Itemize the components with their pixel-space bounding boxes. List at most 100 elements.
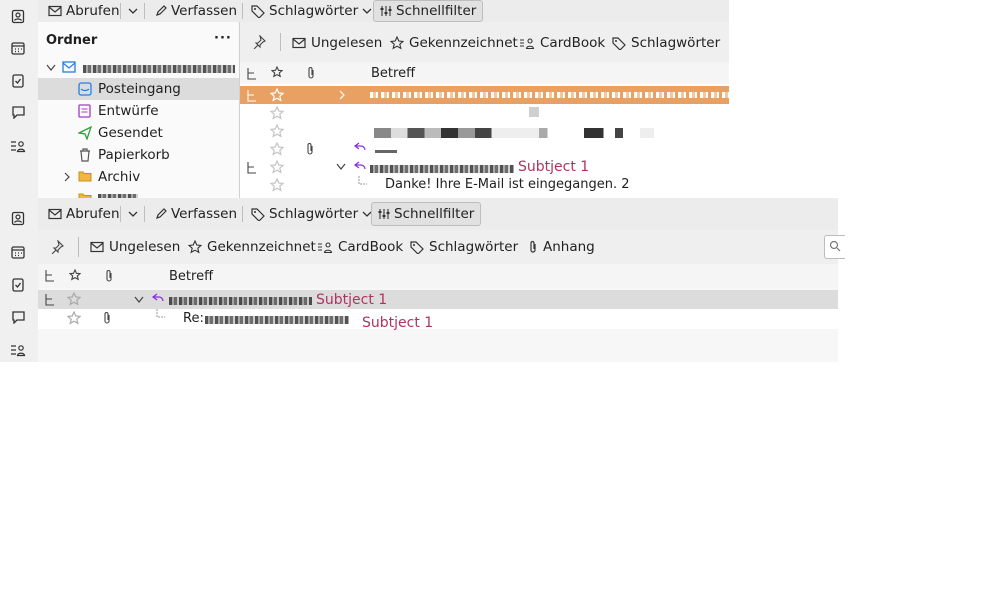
- sender-redacted: [370, 165, 514, 173]
- attachment-icon: [528, 240, 538, 254]
- star-icon: [188, 240, 202, 254]
- chat-icon[interactable]: [6, 305, 30, 329]
- tag-icon: [410, 240, 424, 254]
- filter-sliders-icon: [380, 5, 392, 17]
- chevron-down-icon[interactable]: [134, 296, 144, 304]
- filter-starred[interactable]: Gekennzeichnet: [390, 35, 518, 51]
- folder-pane-menu-button[interactable]: ···: [214, 31, 232, 46]
- attachment-column-icon[interactable]: [104, 269, 114, 282]
- filter-starred[interactable]: Gekennzeichnet: [188, 239, 316, 255]
- table-row[interactable]: Subtject 1: [38, 290, 838, 309]
- chat-icon[interactable]: [6, 100, 30, 124]
- calendar-icon[interactable]: [6, 36, 30, 60]
- thread-column-icon[interactable]: [44, 269, 56, 282]
- chevron-down-icon: [46, 64, 56, 72]
- folder-label: Archiv: [98, 169, 141, 185]
- filter-unread[interactable]: Ungelesen: [292, 35, 382, 51]
- get-messages-button[interactable]: Abrufen: [42, 0, 126, 22]
- message-list: Subtject 1 Re: Subtject 1: [38, 288, 838, 362]
- chevron-right-icon[interactable]: [338, 90, 346, 100]
- tags-button[interactable]: Schlagwörter: [245, 0, 378, 22]
- tag-icon: [251, 207, 265, 221]
- table-row[interactable]: [240, 122, 729, 140]
- filter-contact[interactable]: CardBook: [519, 35, 605, 51]
- folder-pane-title: Ordner: [46, 33, 98, 48]
- tasks-icon[interactable]: [6, 272, 30, 296]
- folder-item-redacted[interactable]: [38, 188, 239, 198]
- star-icon[interactable]: [270, 106, 284, 120]
- folder-item-trash[interactable]: Papierkorb: [38, 144, 239, 166]
- account-settings-icon[interactable]: [6, 338, 30, 362]
- filter-tags[interactable]: Schlagwörter: [410, 239, 518, 255]
- spaces-toolbar: [0, 0, 39, 198]
- attachment-column-icon[interactable]: [306, 66, 316, 79]
- message-subject: Subtject 1: [316, 292, 388, 308]
- unread-envelope-icon: [292, 37, 306, 49]
- star-icon[interactable]: [270, 142, 284, 156]
- subject-column-header[interactable]: Betreff: [371, 66, 415, 81]
- tags-button[interactable]: Schlagwörter: [245, 203, 378, 225]
- account-row[interactable]: [38, 57, 239, 79]
- get-messages-dropdown[interactable]: [122, 203, 144, 225]
- star-icon[interactable]: [270, 160, 284, 174]
- chevron-down-icon: [128, 210, 138, 218]
- thread-connector-icon: [358, 176, 368, 188]
- table-row[interactable]: [240, 86, 729, 104]
- sticky-filter-pin[interactable]: [252, 35, 266, 49]
- table-row[interactable]: [240, 104, 729, 122]
- star-icon[interactable]: [270, 124, 284, 138]
- bottom-window: Abrufen Verfassen Schlagwörter Schnellfi…: [0, 198, 845, 362]
- chevron-down-icon[interactable]: [336, 163, 346, 171]
- mail-toolbar: Abrufen Verfassen Schlagwörter Schnellfi…: [38, 198, 838, 231]
- quick-filter-label: Schnellfilter: [394, 206, 475, 222]
- thread-column-icon[interactable]: [246, 67, 258, 80]
- filter-tags[interactable]: Schlagwörter: [612, 35, 720, 51]
- table-row[interactable]: [240, 140, 729, 158]
- filter-tags-label: Schlagwörter: [631, 35, 721, 51]
- message-subject: Danke! Ihre E-Mail ist eingegangen. 2: [385, 177, 630, 192]
- reply-arrow-icon: [152, 293, 164, 303]
- table-row[interactable]: Danke! Ihre E-Mail ist eingegangen. 2: [240, 176, 729, 194]
- star-icon[interactable]: [67, 292, 81, 306]
- folder-item-archive[interactable]: Archiv: [38, 166, 239, 188]
- quick-filter-button[interactable]: Schnellfilter: [371, 202, 482, 226]
- write-button[interactable]: Verfassen: [149, 0, 243, 22]
- tags-label: Schlagwörter: [269, 3, 359, 19]
- pencil-icon: [155, 208, 167, 220]
- spaces-toolbar: [0, 198, 39, 362]
- thread-column-header: Betreff: [38, 264, 838, 289]
- star-column-icon[interactable]: [271, 66, 283, 78]
- address-book-icon[interactable]: [6, 206, 30, 230]
- star-icon[interactable]: [270, 88, 284, 102]
- quick-filter-search-input[interactable]: [824, 235, 845, 259]
- folder-item-sent[interactable]: Gesendet: [38, 122, 239, 144]
- get-messages-dropdown[interactable]: [122, 0, 144, 22]
- thread-icon: [246, 161, 258, 174]
- contact-icon: [317, 241, 333, 254]
- subject-column-header[interactable]: Betreff: [169, 269, 213, 284]
- filter-contact[interactable]: CardBook: [317, 239, 403, 255]
- table-row[interactable]: Subtject 1: [240, 158, 729, 176]
- star-icon[interactable]: [270, 178, 284, 192]
- sticky-filter-pin[interactable]: [50, 240, 64, 254]
- star-column-icon[interactable]: [69, 269, 81, 281]
- folder-item-inbox[interactable]: Posteingang: [38, 78, 239, 100]
- filter-contact-label: CardBook: [338, 239, 404, 255]
- account-settings-icon[interactable]: [6, 134, 30, 158]
- filter-sliders-icon: [378, 208, 390, 220]
- table-row[interactable]: Re: Subtject 1: [38, 309, 838, 331]
- filter-attachment-label: Anhang: [543, 239, 595, 255]
- address-book-icon[interactable]: [6, 4, 30, 28]
- filter-unread[interactable]: Ungelesen: [90, 239, 180, 255]
- get-messages-button[interactable]: Abrufen: [42, 203, 126, 225]
- pencil-icon: [155, 5, 167, 17]
- filter-attachment[interactable]: Anhang: [528, 239, 595, 255]
- star-icon[interactable]: [67, 311, 81, 325]
- tasks-icon[interactable]: [6, 68, 30, 92]
- folder-item-drafts[interactable]: Entwürfe: [38, 100, 239, 122]
- top-window: Abrufen Verfassen Schlagwörter Schnellfi…: [0, 0, 729, 198]
- quick-filter-button[interactable]: Schnellfilter: [373, 0, 484, 22]
- write-button[interactable]: Verfassen: [149, 203, 243, 225]
- sender-redacted: [169, 297, 312, 305]
- calendar-icon[interactable]: [6, 240, 30, 264]
